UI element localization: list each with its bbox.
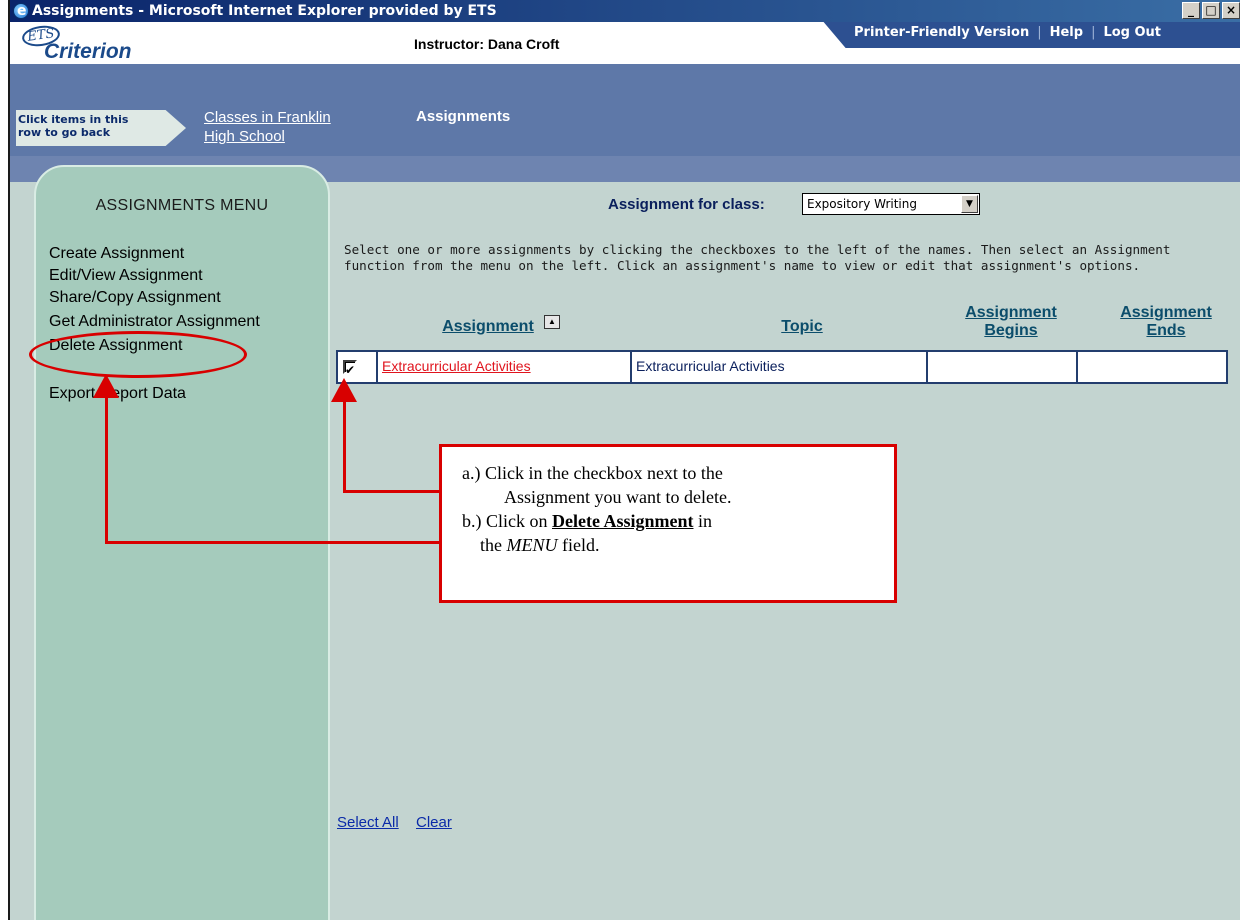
callout-connector <box>105 541 447 544</box>
menu-item-share-copy-assignment[interactable]: Share/Copy Assignment <box>49 289 221 307</box>
column-header-begins[interactable]: Assignment Begins <box>946 304 1076 340</box>
logout-link[interactable]: Log Out <box>1103 25 1161 40</box>
minimize-button[interactable]: _ <box>1182 2 1200 19</box>
menu-item-create-assignment[interactable]: Create Assignment <box>49 245 184 263</box>
window-title: Assignments - Microsoft Internet Explore… <box>32 3 497 19</box>
assignment-name-link[interactable]: Extracurricular Activities <box>378 352 632 382</box>
criterion-wordmark: Criterion <box>44 40 132 63</box>
breadcrumb-link-line[interactable]: Classes in Franklin <box>204 108 331 127</box>
close-button[interactable]: × <box>1222 2 1240 19</box>
column-header-assignment[interactable]: Assignment <box>428 318 548 336</box>
instruction-callout: a.) Click in the checkbox next to the As… <box>439 444 897 603</box>
callout-step-b-prefix: b.) Click on <box>462 511 552 531</box>
chevron-down-icon[interactable]: ▼ <box>961 195 978 213</box>
callout-step-b-bold: Delete Assignment <box>552 511 694 531</box>
link-separator: | <box>1037 25 1042 40</box>
header-links: Printer-Friendly Version | Help | Log Out <box>823 22 1240 48</box>
back-hint-line: Click items in this <box>18 113 129 126</box>
callout-step-a: a.) Click in the checkbox next to the <box>462 463 723 483</box>
class-select[interactable]: Expository Writing ▼ <box>802 193 980 215</box>
callout-step-b: b.) Click on Delete Assignment in <box>462 511 712 532</box>
column-header-topic[interactable]: Topic <box>742 318 862 336</box>
help-link[interactable]: Help <box>1050 25 1083 40</box>
callout-step-b-italic: MENU <box>506 535 558 555</box>
menu-item-edit-view-assignment[interactable]: Edit/View Assignment <box>49 267 203 285</box>
back-hint-line: row to go back <box>18 126 111 139</box>
instructor-name: Instructor: Dana Croft <box>414 36 560 52</box>
callout-step-b-cont: the MENU field. <box>480 535 600 556</box>
row-checkbox[interactable] <box>343 356 357 384</box>
class-select-value: Expository Writing <box>807 197 917 211</box>
window-controls: _ □ × <box>1182 2 1240 19</box>
class-select-label: Assignment for class: <box>608 196 765 213</box>
callout-step-b-suffix: in <box>693 511 712 531</box>
site-header: ETS Criterion Instructor: Dana Croft Pri… <box>10 22 1240 64</box>
select-all-link[interactable]: Select All <box>337 814 399 831</box>
breadcrumb-classes-link[interactable]: Classes in Franklin High School <box>204 108 331 146</box>
instructions-text: Select one or more assignments by clicki… <box>344 242 1171 273</box>
column-header-ends-line[interactable]: Assignment <box>1106 304 1226 322</box>
column-header-ends[interactable]: Assignment Ends <box>1106 304 1226 340</box>
breadcrumb-current: Assignments <box>416 108 511 125</box>
column-header-ends-line[interactable]: Ends <box>1106 322 1226 340</box>
browser-window: Assignments - Microsoft Internet Explore… <box>8 0 1240 920</box>
delete-assignment-highlight <box>29 331 247 378</box>
callout-connector <box>343 490 447 493</box>
arrow-to-menu-icon <box>93 374 119 398</box>
callout-step-a-cont: Assignment you want to delete. <box>504 487 732 507</box>
topic-cell: Extracurricular Activities <box>632 352 928 382</box>
printer-friendly-link[interactable]: Printer-Friendly Version <box>854 25 1029 40</box>
callout-connector <box>105 396 108 544</box>
maximize-button[interactable]: □ <box>1202 2 1220 19</box>
clear-link[interactable]: Clear <box>416 814 452 831</box>
menu-item-get-administrator-assignment[interactable]: Get Administrator Assignment <box>49 313 260 331</box>
title-bar: Assignments - Microsoft Internet Explore… <box>10 0 1240 22</box>
callout-step-b-cont-prefix: the <box>480 535 507 555</box>
ends-cell <box>1078 352 1226 382</box>
arrow-to-checkbox-icon <box>331 378 357 402</box>
callout-connector <box>343 400 346 493</box>
callout-step-b-cont-suffix: field. <box>557 535 600 555</box>
breadcrumb-link-line[interactable]: High School <box>204 127 331 146</box>
breadcrumb-bar-bg <box>10 64 1240 156</box>
menu-title: ASSIGNMENTS MENU <box>95 197 269 214</box>
back-hint-text: Click items in this row to go back <box>18 113 128 139</box>
internet-explorer-icon <box>13 0 29 22</box>
column-header-begins-line[interactable]: Assignment <box>946 304 1076 322</box>
link-separator: | <box>1091 25 1096 40</box>
begins-cell <box>928 352 1078 382</box>
sort-ascending-icon[interactable]: ▲ <box>544 315 560 329</box>
table-row: Extracurricular Activities Extracurricul… <box>336 350 1228 384</box>
column-header-begins-line[interactable]: Begins <box>946 322 1076 340</box>
